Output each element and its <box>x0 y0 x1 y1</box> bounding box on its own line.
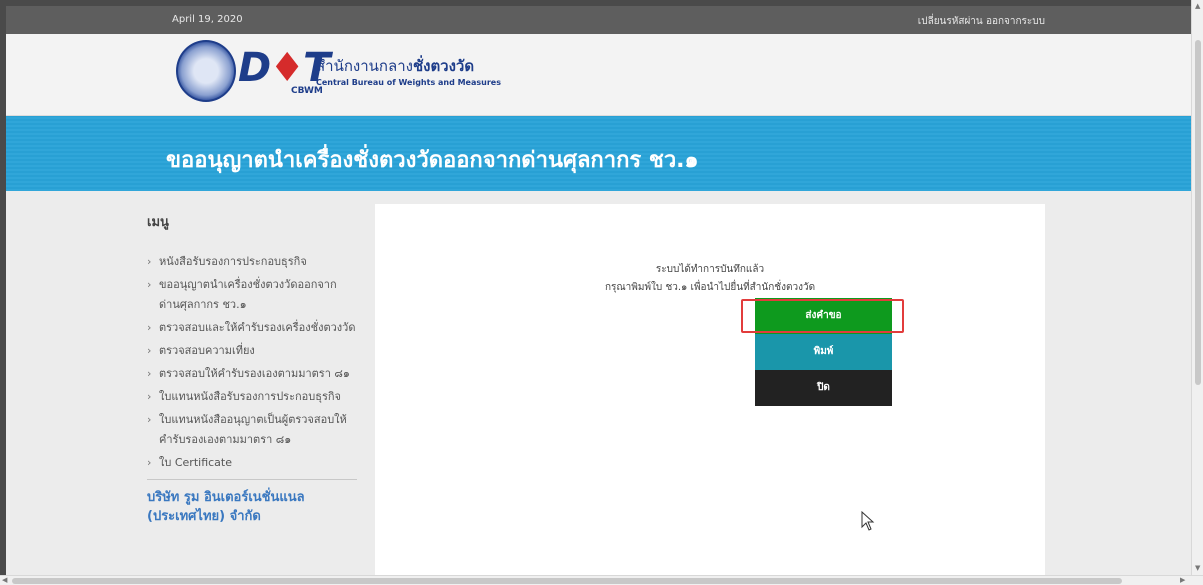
browser-window: April 19, 2020 เปลี่ยนรหัสผ่าน ออกจากระบ… <box>6 6 1197 585</box>
sidebar-divider <box>147 479 357 480</box>
scroll-right-icon[interactable]: ▶ <box>1180 576 1185 584</box>
menu-item-label: ตรวจสอบความเที่ยง <box>159 344 255 357</box>
logo-subtitle: CBWM <box>291 86 323 96</box>
chevron-right-icon: › <box>147 413 152 426</box>
pointer-arrow-icon <box>861 511 875 531</box>
menu-item-accuracy-check[interactable]: › ตรวจสอบความเที่ยง <box>147 341 357 361</box>
saved-message: ระบบได้ทำการบันทึกแล้ว <box>655 264 765 275</box>
page-banner: ขออนุญาตนำเครื่องชั่งตวงวัดออกจากด่านศุล… <box>6 116 1197 191</box>
menu-item-replacement-business-certificate[interactable]: › ใบแทนหนังสือรับรองการประกอบธุรกิจ <box>147 387 357 407</box>
menu-item-replacement-inspector-permit[interactable]: › ใบแทนหนังสืออนุญาตเป็นผู้ตรวจสอบให้คำรั… <box>147 410 357 450</box>
org-name-thai-bold: ชั่งตวงวัด <box>412 57 475 75</box>
main-panel: ระบบได้ทำการบันทึกแล้ว กรุณาพิมพ์ใบ ชว.๑… <box>375 204 1045 585</box>
change-password-link[interactable]: เปลี่ยนรหัสผ่าน <box>918 16 983 27</box>
menu-item-label: ใบแทนหนังสือรับรองการประกอบธุรกิจ <box>159 390 341 403</box>
current-date: April 19, 2020 <box>172 14 243 25</box>
menu-item-customs-export-permit[interactable]: › ขออนุญาตนำเครื่องชั่งตวงวัดออกจากด่านศุ… <box>147 275 357 315</box>
chevron-right-icon: › <box>147 344 152 357</box>
print-button[interactable]: พิมพ์ <box>755 334 892 370</box>
government-seal-icon <box>176 40 236 102</box>
menu-item-label: ตรวจสอบและให้คำรับรองเครื่องชั่งตวงวัด <box>159 321 356 334</box>
logo-scale-icon: ♦ <box>269 45 305 91</box>
menu-list: › หนังสือรับรองการประกอบธุรกิจ › ขออนุญาตน… <box>147 252 357 473</box>
chevron-right-icon: › <box>147 367 152 380</box>
scroll-left-icon[interactable]: ◀ <box>2 576 7 584</box>
menu-item-label: ตรวจสอบให้คำรับรองเองตามมาตรา ๘๑ <box>159 367 350 380</box>
horizontal-scrollbar[interactable]: ◀ ▶ <box>0 575 1203 585</box>
print-instruction: กรุณาพิมพ์ใบ ชว.๑ เพื่อนำไปยื่นที่สำนักช… <box>604 282 816 293</box>
org-name-english: Central Bureau of Weights and Measures <box>316 78 501 87</box>
vertical-scrollbar[interactable]: ▲ ▼ <box>1191 0 1203 585</box>
menu-title: เมนู <box>147 215 169 230</box>
sidebar: เมนู › หนังสือรับรองการประกอบธุรกิจ › ขออน… <box>147 211 357 526</box>
menu-item-certificate[interactable]: › ใบ Certificate <box>147 453 357 473</box>
menu-item-label: ขออนุญาตนำเครื่องชั่งตวงวัดออกจากด่านศุล… <box>159 278 337 311</box>
company-name: บริษัท รูม อินเตอร์เนชั่นแนล (ประเทศไทย)… <box>147 490 305 524</box>
horizontal-scroll-thumb[interactable] <box>12 578 1122 584</box>
chevron-right-icon: › <box>147 255 152 268</box>
vertical-scroll-thumb[interactable] <box>1195 40 1201 385</box>
chevron-right-icon: › <box>147 456 152 469</box>
menu-item-label: หนังสือรับรองการประกอบธุรกิจ <box>159 255 307 268</box>
page-title: ขออนุญาตนำเครื่องชั่งตวงวัดออกจากด่านศุล… <box>166 148 699 173</box>
chevron-right-icon: › <box>147 390 152 403</box>
menu-item-self-certification-81[interactable]: › ตรวจสอบให้คำรับรองเองตามมาตรา ๘๑ <box>147 364 357 384</box>
top-links: เปลี่ยนรหัสผ่าน ออกจากระบบ <box>918 14 1045 29</box>
logo-letter-d: D <box>238 45 271 91</box>
logout-link[interactable]: ออกจากระบบ <box>986 16 1045 27</box>
menu-item-label: ใบแทนหนังสืออนุญาตเป็นผู้ตรวจสอบให้คำรับ… <box>159 413 347 446</box>
site-header: D♦T CBWM สำนักงานกลางชั่งตวงวัด Central … <box>6 34 1197 116</box>
menu-item-label: ใบ Certificate <box>159 456 232 469</box>
scroll-down-icon[interactable]: ▼ <box>1195 564 1200 572</box>
chevron-right-icon: › <box>147 278 152 291</box>
submit-request-button[interactable]: ส่งคำขอ <box>755 298 892 334</box>
menu-item-inspection-certification[interactable]: › ตรวจสอบและให้คำรับรองเครื่องชั่งตวงวัด <box>147 318 357 338</box>
close-button[interactable]: ปิด <box>755 370 892 406</box>
dit-logo[interactable]: D♦T <box>238 45 330 91</box>
org-name-thai-plain: สำนักงานกลาง <box>316 57 413 75</box>
top-bar: April 19, 2020 เปลี่ยนรหัสผ่าน ออกจากระบ… <box>6 6 1197 34</box>
org-name-thai: สำนักงานกลางชั่งตวงวัด <box>316 54 474 78</box>
scroll-up-icon[interactable]: ▲ <box>1195 2 1200 10</box>
menu-item-business-certificate[interactable]: › หนังสือรับรองการประกอบธุรกิจ <box>147 252 357 272</box>
chevron-right-icon: › <box>147 321 152 334</box>
